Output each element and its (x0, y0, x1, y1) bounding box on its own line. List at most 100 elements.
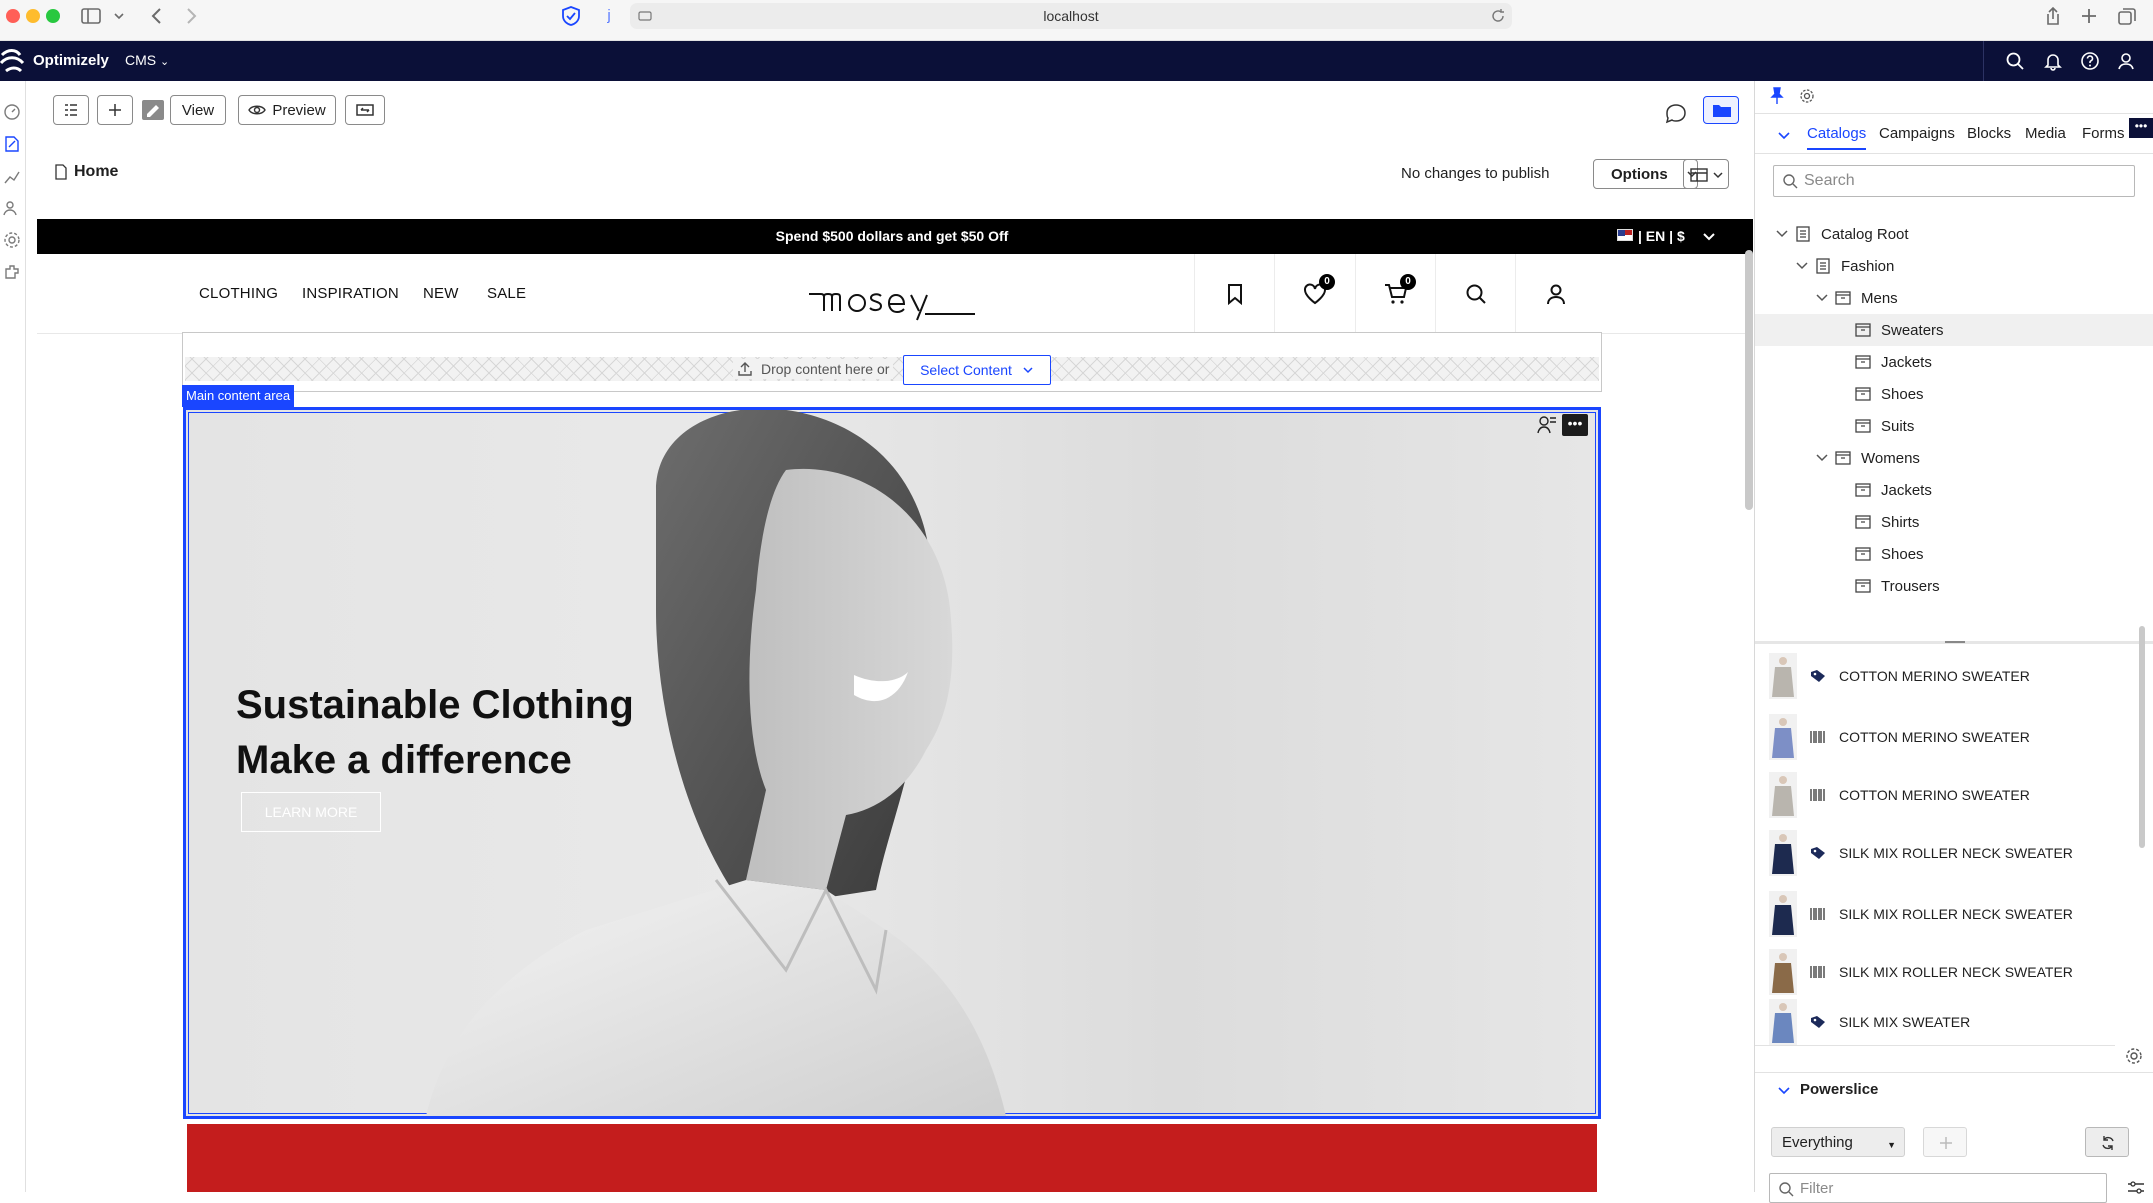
user-icon[interactable] (2116, 51, 2136, 71)
reload-icon[interactable] (1490, 8, 1506, 24)
settings-icon[interactable] (3, 231, 21, 249)
tree-node-suits[interactable]: Suits (1755, 410, 2153, 442)
compare-button[interactable] (345, 95, 385, 125)
addons-icon[interactable] (3, 263, 21, 281)
tab-forms[interactable]: Forms (2082, 125, 2125, 142)
list-item[interactable]: COTTON MERINO SWEATER (1755, 708, 2135, 766)
wishlist-icon[interactable]: 0 (1274, 254, 1354, 334)
cart-icon[interactable]: 0 (1355, 254, 1435, 334)
panel-splitter[interactable] (1755, 641, 2153, 644)
list-item[interactable]: SILK MIX SWEATER (1755, 999, 2135, 1045)
nav-inspiration[interactable]: INSPIRATION (302, 285, 399, 302)
chevron-down-icon[interactable] (1795, 259, 1809, 273)
search-icon[interactable] (2005, 51, 2025, 71)
edit-content-icon[interactable] (3, 135, 21, 153)
list-settings-icon[interactable] (2125, 1047, 2143, 1065)
chevron-down-icon[interactable] (1815, 291, 1829, 305)
collapse-chevron-icon[interactable] (1777, 1084, 1791, 1098)
nav-new[interactable]: NEW (423, 285, 459, 302)
tab-campaigns[interactable]: Campaigns (1879, 125, 1955, 142)
preview-button[interactable]: Preview (238, 95, 336, 125)
preview-scrollbar[interactable] (1745, 250, 1753, 510)
extension-icon[interactable]: j (598, 5, 620, 27)
add-button[interactable] (97, 95, 133, 125)
close-window-button[interactable] (6, 9, 20, 23)
catalog-search-input[interactable]: Search (1773, 165, 2135, 197)
tree-node-womens-jackets[interactable]: Jackets (1755, 474, 2153, 506)
chevron-down-icon[interactable] (1702, 230, 1716, 244)
site-search-icon[interactable] (1435, 254, 1515, 334)
barcode-icon (1809, 964, 1827, 980)
learn-more-button[interactable]: LEARN MORE (241, 792, 381, 832)
tree-node-womens-shoes[interactable]: Shoes (1755, 538, 2153, 570)
content-drop-zone[interactable]: Drop content here or Select Content (182, 332, 1602, 392)
list-item[interactable]: SILK MIX ROLLER NECK SWEATER (1755, 885, 2135, 943)
new-tab-icon[interactable] (2078, 5, 2100, 27)
tree-node-trousers[interactable]: Trousers (1755, 570, 2153, 602)
list-item[interactable]: SILK MIX ROLLER NECK SWEATER (1755, 943, 2135, 1001)
tree-node-fashion[interactable]: Fashion (1755, 250, 2153, 282)
layout-switcher-button[interactable] (1683, 159, 1729, 189)
page-settings-icon[interactable] (638, 9, 652, 23)
nav-sale[interactable]: SALE (487, 285, 526, 302)
optimizely-logo-icon[interactable] (0, 45, 26, 77)
powerslice-add-button[interactable] (1923, 1127, 1967, 1157)
powerslice-filter-input[interactable]: Filter (1769, 1173, 2107, 1203)
product-switcher[interactable]: CMS ⌄ (125, 52, 169, 68)
reports-icon[interactable] (3, 167, 21, 185)
panel-settings-icon[interactable] (1799, 88, 1815, 104)
tab-overview-icon[interactable] (2116, 5, 2138, 27)
tree-node-shirts[interactable]: Shirts (1755, 506, 2153, 538)
share-icon[interactable] (2042, 5, 2064, 27)
powerslice-title: Powerslice (1800, 1081, 1879, 1098)
block-settings-icon[interactable] (1536, 414, 1558, 436)
list-item[interactable]: COTTON MERINO SWEATER (1755, 647, 2135, 705)
tab-catalogs[interactable]: Catalogs (1807, 125, 1867, 150)
list-item[interactable]: SILK MIX ROLLER NECK SWEATER (1755, 824, 2135, 882)
tree-node-catalog-root[interactable]: Catalog Root (1755, 218, 2153, 250)
sidebar-toggle-icon[interactable] (80, 5, 102, 27)
help-icon[interactable] (2080, 51, 2100, 71)
powerslice-refresh-button[interactable] (2085, 1127, 2129, 1157)
list-item[interactable]: COTTON MERINO SWEATER (1755, 766, 2135, 824)
minimize-window-button[interactable] (26, 9, 40, 23)
maximize-window-button[interactable] (46, 9, 60, 23)
chevron-down-icon[interactable] (1815, 451, 1829, 465)
bookmark-icon[interactable] (1194, 254, 1274, 334)
address-bar[interactable]: localhost (630, 3, 1512, 29)
shield-icon[interactable] (560, 5, 582, 27)
tree-node-mens[interactable]: Mens (1755, 282, 2153, 314)
chevron-down-icon[interactable] (112, 5, 126, 27)
tree-node-womens[interactable]: Womens (1755, 442, 2153, 474)
page-tree-button[interactable] (53, 95, 89, 125)
edit-mode-icon[interactable] (142, 100, 164, 120)
chevron-down-icon[interactable] (1775, 227, 1789, 241)
dashboard-icon[interactable] (3, 103, 21, 121)
notifications-icon[interactable] (2043, 51, 2063, 71)
account-icon[interactable] (1515, 254, 1595, 334)
block-more-menu[interactable]: ••• (1562, 414, 1588, 436)
locale-selector[interactable]: | EN | $ (1638, 228, 1685, 244)
tab-blocks[interactable]: Blocks (1967, 125, 2011, 142)
tree-node-sweaters[interactable]: Sweaters (1755, 314, 2153, 346)
select-content-button[interactable]: Select Content (903, 355, 1051, 385)
comments-icon[interactable] (1663, 101, 1689, 125)
collapse-chevron-icon[interactable] (1777, 129, 1791, 143)
powerslice-select[interactable]: Everything ▼ (1771, 1127, 1905, 1157)
back-icon[interactable] (146, 5, 168, 27)
nav-clothing[interactable]: CLOTHING (199, 285, 278, 302)
forward-icon[interactable] (180, 5, 202, 27)
hero-block[interactable]: Sustainable Clothing Make a difference LE… (183, 407, 1601, 1119)
view-button[interactable]: View (170, 95, 226, 125)
panel-more-menu[interactable]: ••• (2129, 118, 2153, 138)
site-logo[interactable] (807, 264, 977, 324)
tree-node-mens-shoes[interactable]: Shoes (1755, 378, 2153, 410)
tree-node-mens-jackets[interactable]: Jackets (1755, 346, 2153, 378)
plus-icon (106, 101, 124, 119)
visitors-icon[interactable] (3, 199, 21, 217)
product-list-scrollbar[interactable] (2139, 626, 2145, 848)
filter-options-icon[interactable] (2127, 1181, 2145, 1195)
tab-media[interactable]: Media (2025, 125, 2066, 142)
assets-panel-button[interactable] (1703, 96, 1739, 124)
pin-icon[interactable] (1769, 87, 1785, 105)
